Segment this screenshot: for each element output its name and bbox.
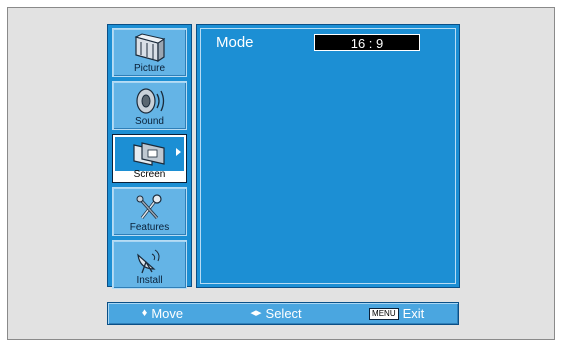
up-down-arrow-icon: ♦ xyxy=(141,307,148,319)
help-exit: MENU Exit xyxy=(369,306,424,321)
sidebar-item-screen[interactable]: Screen xyxy=(112,134,187,183)
help-select: ◂▸ Select xyxy=(250,306,301,321)
select-label: Select xyxy=(265,306,302,321)
sidebar-item-label: Screen xyxy=(133,169,166,180)
screen-icon xyxy=(132,142,165,166)
sidebar-item-label: Install xyxy=(136,275,163,286)
sidebar-item-sound[interactable]: Sound xyxy=(112,81,187,130)
left-right-arrow-icon: ◂▸ xyxy=(250,307,262,319)
mode-label: Mode xyxy=(216,34,254,51)
help-bar: ♦ Move ◂▸ Select MENU Exit xyxy=(107,302,459,325)
sidebar-item-label: Picture xyxy=(133,63,166,74)
menu-key-icon: MENU xyxy=(369,307,399,320)
chevron-right-icon xyxy=(176,148,181,156)
sound-icon xyxy=(135,88,164,114)
move-label: Move xyxy=(151,306,184,321)
screen-settings-panel: Mode 16 : 9 xyxy=(196,24,460,288)
picture-icon xyxy=(134,33,165,63)
panel-inner: Mode 16 : 9 xyxy=(200,28,456,284)
install-icon xyxy=(136,249,159,274)
features-icon xyxy=(136,194,162,219)
osd-sidebar: Picture Sound Screen Features Install xyxy=(107,24,192,289)
help-move: ♦ Move xyxy=(142,306,183,321)
mode-value[interactable]: 16 : 9 xyxy=(314,34,420,51)
sidebar-item-label: Features xyxy=(129,222,170,233)
sidebar-item-label: Sound xyxy=(135,116,164,127)
exit-label: Exit xyxy=(402,306,425,321)
sidebar-item-install[interactable]: Install xyxy=(112,240,187,289)
sidebar-item-picture[interactable]: Picture xyxy=(112,28,187,77)
sidebar-item-features[interactable]: Features xyxy=(112,187,187,236)
